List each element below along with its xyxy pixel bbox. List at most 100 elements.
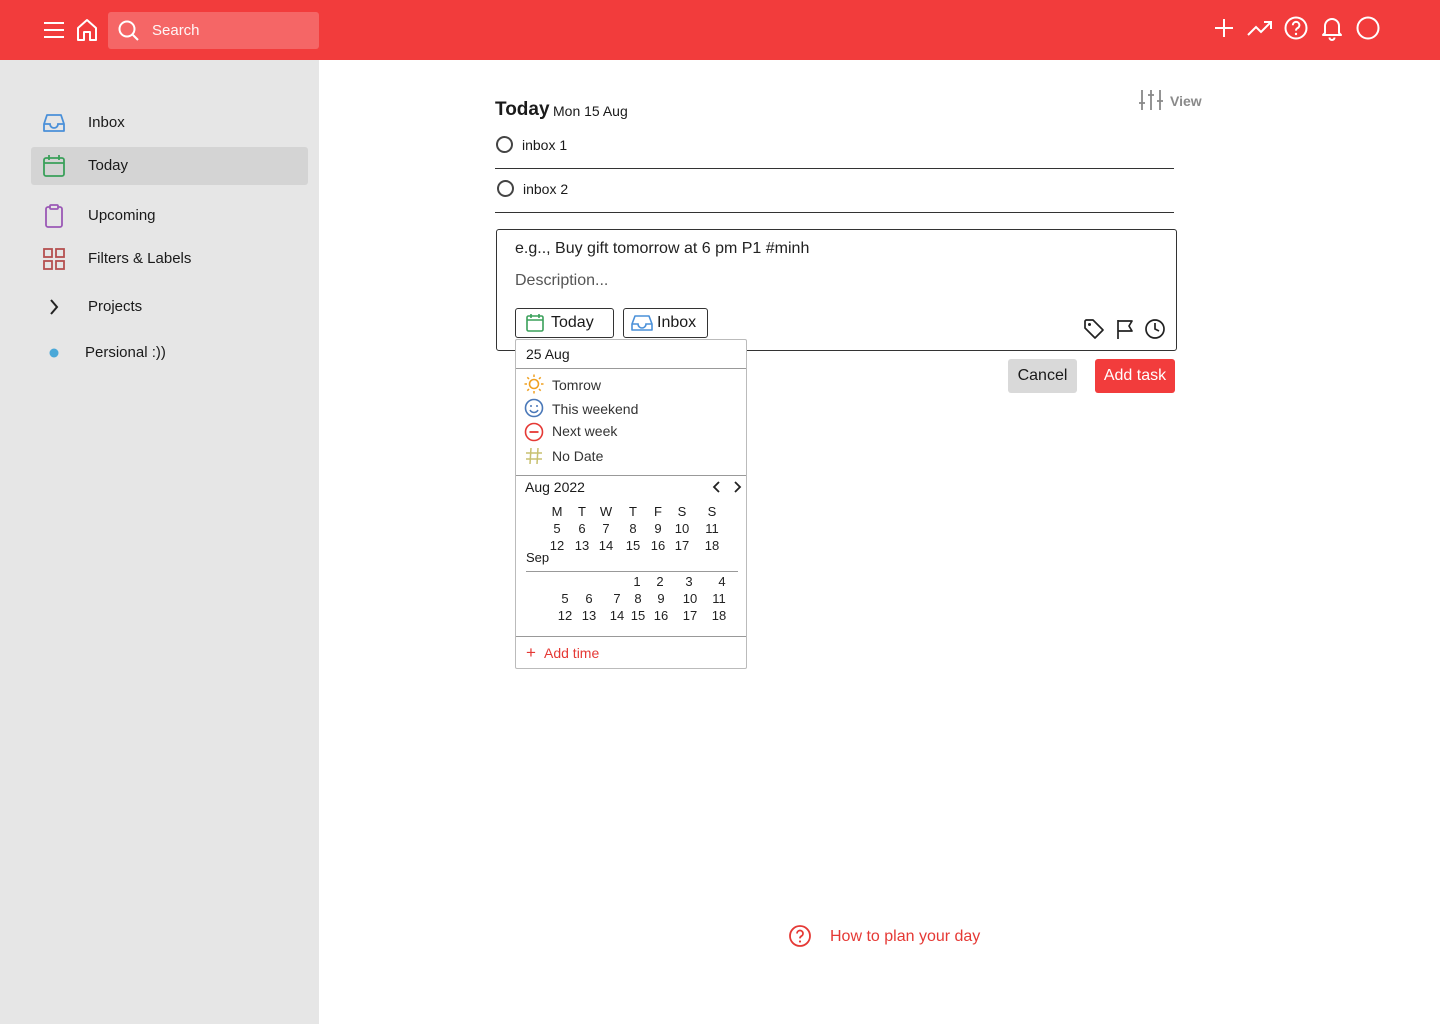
task-item[interactable]: inbox 1 bbox=[495, 125, 1174, 169]
search-icon bbox=[118, 20, 139, 41]
help-icon[interactable] bbox=[1283, 15, 1309, 41]
clipboard-icon bbox=[45, 204, 63, 228]
add-task-button[interactable]: Add task bbox=[1095, 359, 1175, 393]
sidebar-item-label: Inbox bbox=[88, 114, 125, 131]
page-title: Today bbox=[495, 99, 550, 120]
calendar-day[interactable]: 2 bbox=[650, 574, 670, 589]
help-link-label: How to plan your day bbox=[830, 928, 981, 945]
chevron-right-icon[interactable] bbox=[730, 480, 744, 494]
divider bbox=[516, 368, 746, 369]
calendar-day[interactable]: 8 bbox=[628, 591, 648, 606]
calendar-day[interactable]: 5 bbox=[547, 521, 567, 536]
date-picker: 25 Aug Tomrow This weekend Next week No … bbox=[515, 339, 747, 669]
task-editor: Today Inbox bbox=[496, 229, 1177, 351]
task-checkbox[interactable] bbox=[497, 180, 514, 197]
sidebar-item-inbox[interactable]: Inbox bbox=[31, 104, 308, 142]
option-tomorrow[interactable]: Tomrow bbox=[524, 374, 739, 396]
bell-icon[interactable] bbox=[1319, 15, 1345, 41]
weekday-header: W bbox=[599, 504, 613, 519]
option-label: Tomrow bbox=[552, 377, 602, 393]
calendar-day[interactable]: 13 bbox=[579, 608, 599, 623]
due-date-chip[interactable]: Today bbox=[515, 308, 614, 338]
option-this-weekend[interactable]: This weekend bbox=[524, 398, 739, 420]
search-input[interactable] bbox=[152, 12, 312, 49]
sidebar: Inbox Today Upcoming Filters & Labels Pr… bbox=[0, 60, 319, 1024]
add-time-label: Add time bbox=[544, 645, 600, 661]
calendar-day[interactable]: 1 bbox=[627, 574, 647, 589]
help-link[interactable]: How to plan your day bbox=[788, 924, 1008, 950]
calendar-day[interactable]: 7 bbox=[607, 591, 627, 606]
avatar-icon[interactable] bbox=[1355, 15, 1381, 41]
calendar-day[interactable]: 8 bbox=[623, 521, 643, 536]
calendar-day[interactable]: 10 bbox=[672, 521, 692, 536]
task-description-input[interactable] bbox=[515, 272, 1115, 290]
sidebar-item-project-personal[interactable]: Persional :)) bbox=[31, 334, 308, 372]
weekday-header: S bbox=[707, 504, 717, 519]
calendar-day[interactable]: 6 bbox=[572, 521, 592, 536]
calendar-day[interactable]: 7 bbox=[596, 521, 616, 536]
task-item[interactable]: inbox 2 bbox=[495, 169, 1174, 213]
calendar-day[interactable]: 6 bbox=[579, 591, 599, 606]
calendar-day[interactable]: 5 bbox=[555, 591, 575, 606]
option-no-date[interactable]: No Date bbox=[524, 446, 739, 468]
task-checkbox[interactable] bbox=[496, 136, 513, 153]
calendar-day[interactable]: 12 bbox=[555, 608, 575, 623]
sidebar-item-filters-labels[interactable]: Filters & Labels bbox=[31, 240, 308, 278]
task-label: inbox 2 bbox=[523, 181, 569, 197]
calendar-day[interactable]: 17 bbox=[680, 608, 700, 623]
calendar-day[interactable]: 4 bbox=[712, 574, 732, 589]
calendar-day[interactable]: 3 bbox=[679, 574, 699, 589]
smile-icon bbox=[524, 398, 544, 418]
calendar-day[interactable]: 16 bbox=[651, 608, 671, 623]
view-button[interactable]: View bbox=[1138, 88, 1208, 114]
weekday-header: T bbox=[578, 504, 586, 519]
date-input-value[interactable]: 25 Aug bbox=[526, 346, 570, 362]
task-label: inbox 1 bbox=[522, 137, 568, 153]
label-tag-icon[interactable] bbox=[1083, 318, 1105, 340]
hash-icon bbox=[526, 447, 542, 465]
calendar-day[interactable]: 12 bbox=[547, 538, 567, 553]
task-name-input[interactable] bbox=[515, 240, 1115, 258]
cancel-button[interactable]: Cancel bbox=[1008, 359, 1077, 393]
sun-icon bbox=[524, 374, 544, 394]
grid-icon bbox=[43, 248, 65, 270]
chevron-right-icon bbox=[50, 299, 59, 315]
calendar-day[interactable]: 18 bbox=[702, 538, 722, 553]
menu-icon[interactable] bbox=[42, 18, 66, 42]
calendar-day[interactable]: 10 bbox=[680, 591, 700, 606]
calendar-day[interactable]: 14 bbox=[607, 608, 627, 623]
trending-up-icon[interactable] bbox=[1247, 15, 1273, 41]
sidebar-item-today[interactable]: Today bbox=[31, 147, 308, 185]
calendar-next-month-label: Sep bbox=[526, 550, 550, 565]
minus-circle-icon bbox=[524, 422, 544, 442]
sidebar-item-upcoming[interactable]: Upcoming bbox=[31, 197, 308, 235]
plus-icon[interactable] bbox=[1211, 15, 1237, 41]
sidebar-item-projects[interactable]: Projects bbox=[31, 288, 308, 326]
sidebar-item-label: Filters & Labels bbox=[88, 250, 192, 267]
calendar-day[interactable]: 9 bbox=[651, 591, 671, 606]
calendar-day[interactable]: 18 bbox=[709, 608, 729, 623]
calendar-day[interactable]: 14 bbox=[596, 538, 616, 553]
calendar-day[interactable]: 16 bbox=[648, 538, 668, 553]
calendar-day[interactable]: 11 bbox=[709, 591, 729, 606]
option-next-week[interactable]: Next week bbox=[524, 422, 739, 444]
flag-icon[interactable] bbox=[1114, 318, 1136, 340]
calendar-day[interactable]: 17 bbox=[672, 538, 692, 553]
add-time-button[interactable]: + Add time bbox=[526, 643, 646, 663]
plus-icon: + bbox=[526, 643, 536, 662]
divider bbox=[516, 636, 746, 637]
calendar-day[interactable]: 9 bbox=[648, 521, 668, 536]
chevron-left-icon[interactable] bbox=[710, 480, 724, 494]
option-label: No Date bbox=[552, 448, 604, 464]
calendar-day[interactable]: 15 bbox=[628, 608, 648, 623]
calendar-day[interactable]: 13 bbox=[572, 538, 592, 553]
clock-icon[interactable] bbox=[1144, 318, 1166, 340]
calendar-day[interactable]: 15 bbox=[623, 538, 643, 553]
search-box[interactable] bbox=[108, 12, 319, 49]
sidebar-item-label: Projects bbox=[88, 298, 143, 315]
inbox-icon bbox=[43, 114, 65, 132]
home-icon[interactable] bbox=[75, 17, 99, 43]
calendar-day[interactable]: 11 bbox=[702, 521, 722, 536]
divider bbox=[526, 571, 738, 572]
project-chip[interactable]: Inbox bbox=[623, 308, 708, 338]
